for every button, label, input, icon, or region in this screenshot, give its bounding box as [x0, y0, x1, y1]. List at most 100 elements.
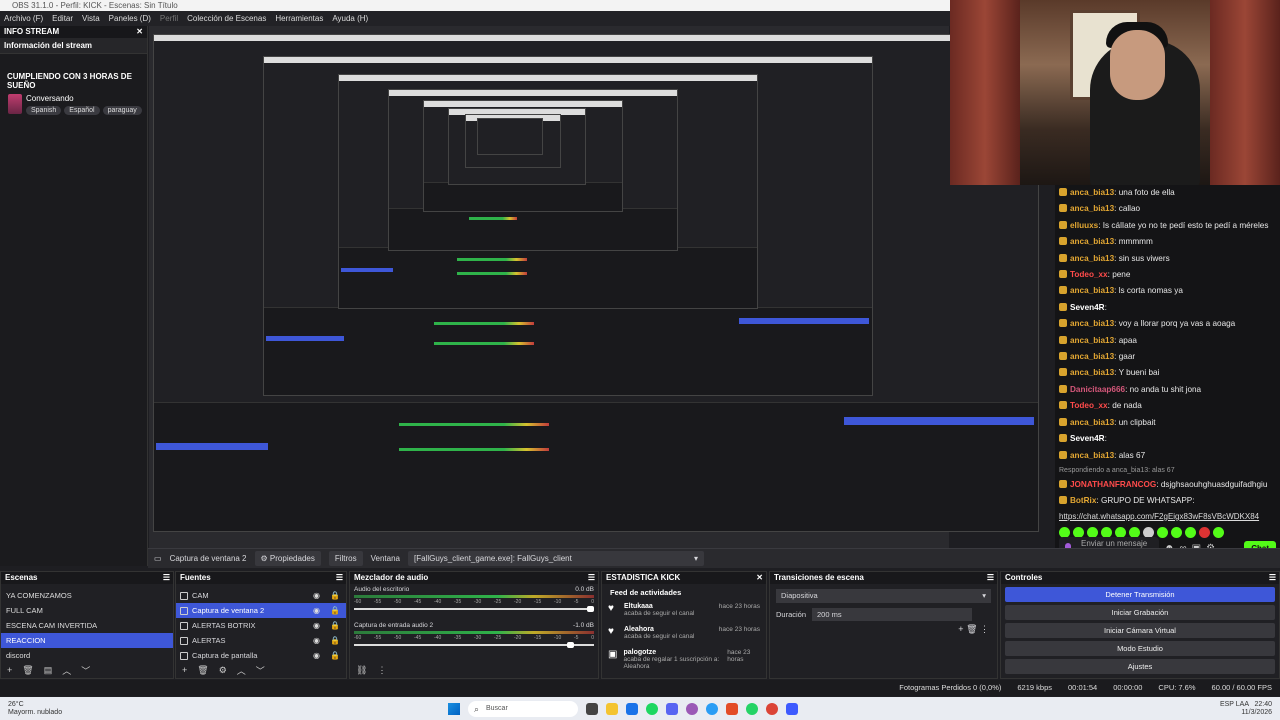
source-item[interactable]: Captura de ventana 2 ◉ 🔒 [176, 603, 346, 618]
chat-username[interactable]: anca_bia13 [1070, 368, 1114, 377]
chat-username[interactable]: Todeo_xx [1070, 270, 1108, 279]
more-icon[interactable]: ⋮ [980, 624, 989, 634]
chat-username[interactable]: anca_bia13 [1070, 352, 1114, 361]
filters-button[interactable]: Filtros [328, 551, 363, 566]
chat-username[interactable]: Todeo_xx [1070, 401, 1108, 410]
dock-menu-icon[interactable]: ☰ [336, 572, 343, 584]
weather-widget[interactable]: 26°C Mayorm. nublado [8, 701, 88, 717]
chat-username[interactable]: anca_bia13 [1070, 237, 1114, 246]
eye-icon[interactable]: ◉ [313, 618, 320, 633]
source-item[interactable]: Captura de pantalla ◉ 🔒 [176, 648, 346, 663]
preview-area[interactable] [149, 26, 1039, 548]
menu-vista[interactable]: Vista [82, 11, 100, 26]
dock-menu-icon[interactable]: ☰ [588, 572, 595, 584]
window-select[interactable]: [FallGuys_client_game.exe]: FallGuys_cli… [408, 551, 704, 566]
chat-username[interactable]: elluuxs [1070, 221, 1098, 230]
chat-username[interactable]: JONATHANFRANCOG [1070, 480, 1156, 489]
info-subheader[interactable]: Información del stream [0, 38, 147, 54]
chat-username[interactable]: Seven4R [1070, 434, 1105, 443]
start-recording-button[interactable]: Iniciar Grabación [1005, 605, 1275, 620]
add-icon[interactable]: + [182, 665, 187, 675]
scene-item[interactable]: REACCION [1, 633, 173, 648]
eye-icon[interactable]: ◉ [313, 633, 320, 648]
menu-herramientas[interactable]: Herramientas [275, 11, 323, 26]
chat-username[interactable]: Seven4R [1070, 303, 1105, 312]
trash-icon[interactable]: 🗑 [22, 665, 33, 676]
file-explorer-icon[interactable] [606, 702, 618, 715]
properties-button[interactable]: ⚙ Propiedades [254, 551, 321, 566]
source-item[interactable]: ALERTAS BOTRIX ◉ 🔒 [176, 618, 346, 633]
chat-username[interactable]: anca_bia13 [1070, 188, 1114, 197]
eye-icon[interactable]: ◉ [313, 603, 320, 618]
studio-mode-button[interactable]: Modo Estudio [1005, 641, 1275, 656]
scene-item[interactable]: ESCENA CAM INVERTIDA [1, 618, 173, 633]
eye-icon[interactable]: ◉ [313, 588, 320, 603]
source-item[interactable]: CAM ◉ 🔒 [176, 588, 346, 603]
menu-perfil[interactable]: Perfil [160, 11, 178, 26]
dock-menu-icon[interactable]: ☰ [987, 572, 994, 584]
settings-button[interactable]: Ajustes [1005, 659, 1275, 674]
app-icon[interactable] [726, 702, 738, 715]
trash-icon[interactable]: 🗑 [966, 624, 980, 634]
down-icon[interactable]: ﹀ [256, 664, 265, 677]
add-icon[interactable]: + [958, 624, 966, 634]
obs-icon[interactable] [686, 702, 698, 715]
app-icon[interactable] [786, 702, 798, 715]
chat-username[interactable]: anca_bia13 [1070, 204, 1114, 213]
menu-paneles[interactable]: Paneles (D) [109, 11, 151, 26]
whatsapp-link[interactable]: https://chat.whatsapp.com/F2gEigx83wF8sV… [1059, 510, 1276, 523]
menu-archivo[interactable]: Archivo (F) [4, 11, 43, 26]
menu-editar[interactable]: Editar [52, 11, 73, 26]
chat-username[interactable]: Danicitaap666 [1070, 385, 1125, 394]
chat-username[interactable]: BotRix [1070, 496, 1096, 505]
link-icon[interactable]: ⛓ [356, 665, 367, 676]
up-icon[interactable]: ︿ [237, 664, 246, 677]
dock-menu-icon[interactable]: ☰ [1269, 572, 1276, 584]
scene-item[interactable]: YA COMENZAMOS [1, 588, 173, 603]
whatsapp-icon[interactable] [746, 702, 758, 715]
chat-username[interactable]: anca_bia13 [1070, 336, 1114, 345]
chat-username[interactable]: anca_bia13 [1070, 418, 1114, 427]
edge-icon[interactable] [706, 702, 718, 715]
scene-item[interactable]: FULL CAM [1, 603, 173, 618]
gear-icon[interactable]: ⚙ [219, 665, 227, 676]
trash-icon[interactable]: 🗑 [197, 665, 208, 676]
close-icon[interactable]: ✕ [756, 572, 763, 584]
volume-fader[interactable] [354, 606, 594, 612]
spotify-icon[interactable] [646, 702, 658, 715]
taskbar-search[interactable]: Buscar [468, 700, 578, 717]
eye-icon[interactable]: ◉ [313, 648, 320, 663]
down-icon[interactable]: ﹀ [81, 664, 90, 677]
volume-fader[interactable] [354, 642, 594, 648]
chat-username[interactable]: anca_bia13 [1070, 319, 1114, 328]
stop-streaming-button[interactable]: Detener Transmisión [1005, 587, 1275, 602]
store-icon[interactable] [626, 702, 638, 715]
up-icon[interactable]: ︿ [62, 664, 71, 677]
more-icon[interactable]: ⋮ [377, 665, 386, 676]
lock-icon[interactable]: 🔒 [330, 633, 340, 648]
discord-icon[interactable] [666, 702, 678, 715]
duration-input[interactable]: 200 ms [812, 608, 973, 621]
task-view-icon[interactable] [586, 702, 598, 715]
source-item[interactable]: ALERTAS ◉ 🔒 [176, 633, 346, 648]
preview-canvas[interactable] [153, 34, 1039, 532]
menu-ayuda[interactable]: Ayuda (H) [332, 11, 368, 26]
close-icon[interactable]: ✕ [136, 26, 143, 38]
windows-start-icon[interactable] [448, 702, 460, 715]
lock-icon[interactable]: 🔒 [330, 603, 340, 618]
chat-username[interactable]: anca_bia13 [1070, 254, 1114, 263]
menu-coleccion[interactable]: Colección de Escenas [187, 11, 266, 26]
chrome-icon[interactable] [766, 702, 778, 715]
chat-username[interactable]: anca_bia13 [1070, 451, 1114, 460]
lock-icon[interactable]: 🔒 [330, 588, 340, 603]
chat-username[interactable]: anca_bia13 [1070, 286, 1114, 295]
system-tray[interactable]: ESP LAA 22:40 11/3/2026 [1220, 701, 1272, 717]
start-virtual-camera-button[interactable]: Iniciar Cámara Virtual [1005, 623, 1275, 638]
add-icon[interactable]: + [7, 665, 12, 675]
scene-item[interactable]: discord [1, 648, 173, 663]
filter-icon[interactable]: ▤ [44, 665, 53, 676]
dock-menu-icon[interactable]: ☰ [163, 572, 170, 584]
lock-icon[interactable]: 🔒 [330, 618, 340, 633]
lock-icon[interactable]: 🔒 [330, 648, 340, 663]
transition-select[interactable]: Diapositiva ▾ [776, 589, 991, 603]
